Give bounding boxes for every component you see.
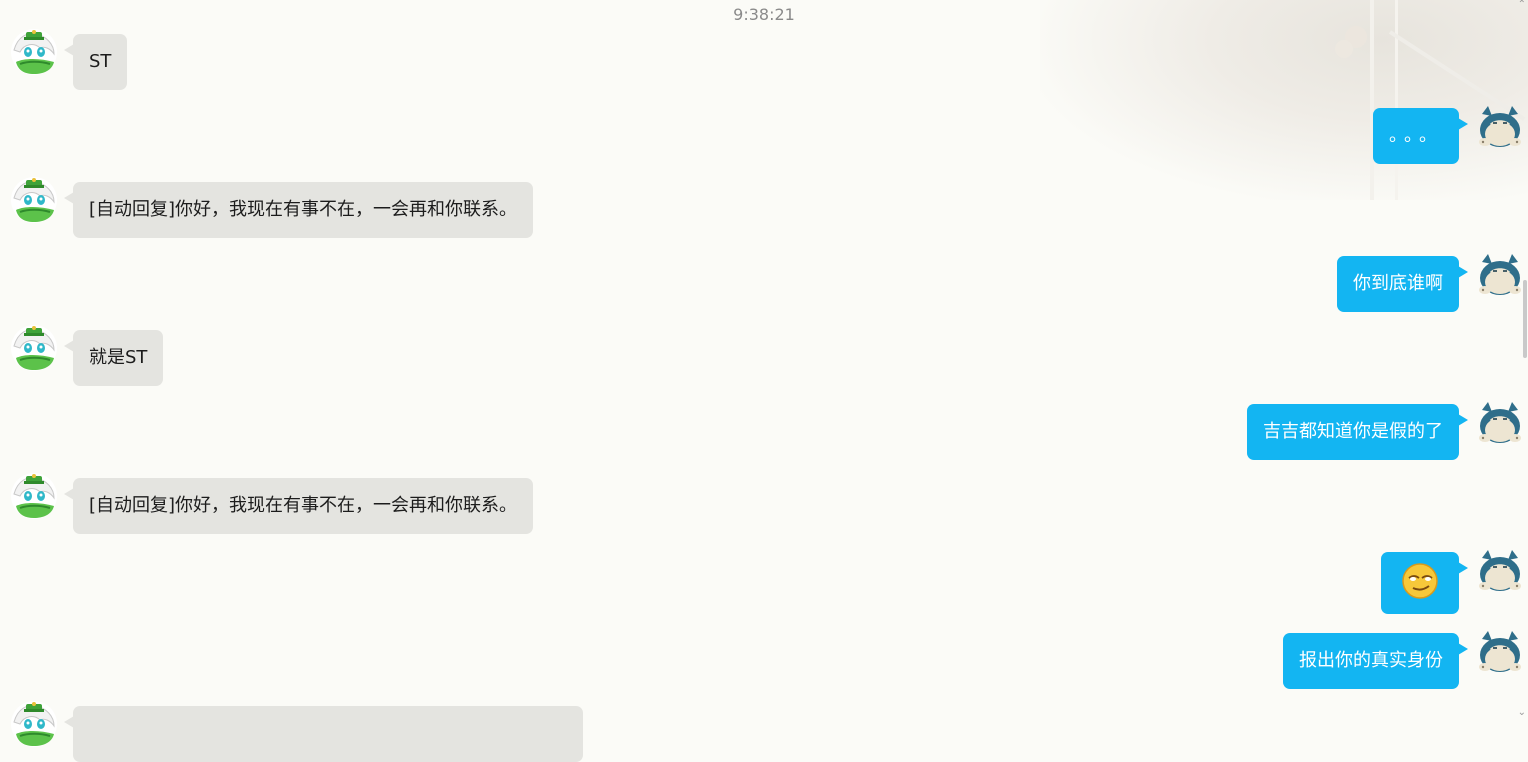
contact-avatar[interactable] [10, 324, 58, 372]
my-avatar[interactable] [1476, 627, 1524, 675]
my-avatar[interactable] [1476, 546, 1524, 594]
outgoing-message-bubble[interactable]: 你到底谁啊 [1337, 256, 1468, 312]
contact-avatar[interactable] [10, 700, 58, 748]
scroll-up-arrow-icon[interactable]: ⌃ [1518, 0, 1526, 10]
smirk-face-emoji [1402, 563, 1438, 599]
incoming-message-bubble[interactable]: 就是ST [63, 330, 164, 386]
message-text: 报出你的真实身份 [1299, 650, 1443, 671]
contact-avatar[interactable] [10, 28, 58, 76]
message-text: 你到底谁啊 [1353, 273, 1443, 294]
scrollbar[interactable] [1520, 0, 1528, 722]
outgoing-message-bubble[interactable]: 。。。 [1373, 108, 1468, 164]
message-text: [自动回复]你好，我现在有事不在，一会再和你联系。 [89, 495, 518, 516]
contact-avatar[interactable] [10, 472, 58, 520]
outgoing-emoji-bubble[interactable] [1381, 552, 1468, 614]
my-avatar[interactable] [1476, 250, 1524, 298]
my-avatar[interactable] [1476, 398, 1524, 446]
incoming-message-bubble[interactable]: ST [63, 34, 128, 90]
message-text: [自动回复]你好，我现在有事不在，一会再和你联系。 [89, 199, 518, 220]
message-timestamp: 9:38:21 [733, 5, 795, 24]
outgoing-message-bubble[interactable]: 报出你的真实身份 [1283, 633, 1468, 689]
background-artwork [1040, 0, 1528, 200]
incoming-message-bubble[interactable]: [自动回复]你好，我现在有事不在，一会再和你联系。 [63, 478, 534, 534]
outgoing-message-bubble[interactable]: 吉吉都知道你是假的了 [1247, 404, 1468, 460]
message-text: 吉吉都知道你是假的了 [1263, 421, 1443, 442]
incoming-message-bubble[interactable] [64, 706, 583, 762]
incoming-message-bubble[interactable]: [自动回复]你好，我现在有事不在，一会再和你联系。 [63, 182, 534, 238]
scrollbar-thumb[interactable] [1523, 280, 1527, 358]
my-avatar[interactable] [1476, 102, 1524, 150]
contact-avatar[interactable] [10, 176, 58, 224]
scroll-down-arrow-icon[interactable]: ⌄ [1518, 708, 1526, 718]
message-text: 。。。 [1389, 125, 1443, 146]
message-text: 就是ST [89, 347, 148, 368]
message-text: ST [89, 51, 112, 72]
